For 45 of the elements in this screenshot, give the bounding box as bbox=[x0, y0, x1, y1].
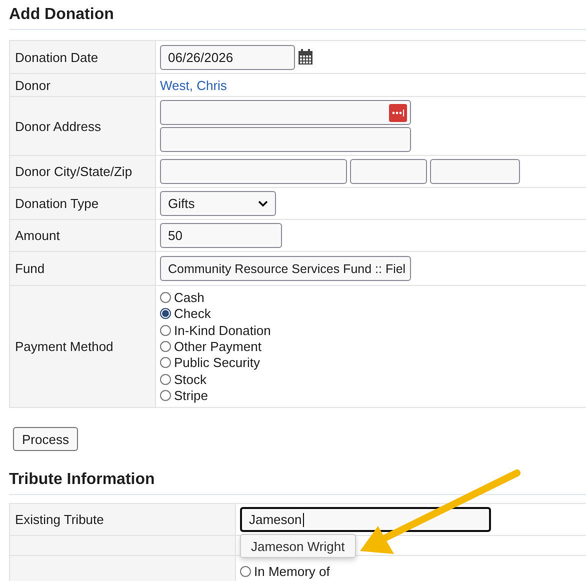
input-field[interactable] bbox=[350, 159, 427, 184]
input-field[interactable] bbox=[430, 159, 520, 184]
radio-button[interactable] bbox=[240, 566, 251, 577]
option-label: Public Security bbox=[174, 355, 260, 370]
option-label: In-Kind Donation bbox=[174, 322, 271, 338]
field-label: Donation Date bbox=[15, 50, 98, 64]
input-field[interactable] bbox=[160, 100, 411, 125]
chevron-down-icon bbox=[258, 200, 268, 207]
radio-button[interactable] bbox=[160, 292, 171, 304]
selected-value: Gifts bbox=[168, 196, 195, 211]
donor-link[interactable]: West, Chris bbox=[160, 78, 227, 92]
radio-button[interactable] bbox=[160, 357, 171, 368]
input-field[interactable]: Community Resource Services Fund :: Fiel bbox=[160, 256, 411, 281]
input-field[interactable] bbox=[160, 127, 411, 152]
radio-button[interactable] bbox=[160, 390, 171, 401]
input-field[interactable]: 06/26/2026 bbox=[160, 44, 295, 70]
typed-text: Jameson bbox=[249, 512, 302, 527]
section-heading: Add Donation bbox=[9, 4, 114, 24]
field-label: Donor bbox=[15, 78, 50, 92]
field-label: Donor City/State/Zip bbox=[15, 164, 132, 179]
option-label: Other Payment bbox=[174, 339, 262, 354]
option-label: In Memory of bbox=[254, 564, 330, 579]
option-label: Check bbox=[174, 306, 211, 322]
option-label: Cash bbox=[174, 290, 204, 306]
field-label: Payment Method bbox=[15, 339, 114, 354]
suggestion-item[interactable]: Jameson Wright bbox=[240, 534, 356, 558]
field-label: Existing Tribute bbox=[15, 512, 104, 527]
field-label: Fund bbox=[15, 261, 45, 276]
radio-button[interactable] bbox=[160, 374, 171, 385]
password-manager-icon[interactable] bbox=[389, 104, 407, 122]
input-field[interactable]: 50 bbox=[160, 223, 282, 248]
radio-button[interactable] bbox=[160, 341, 171, 352]
option-label: Stock bbox=[174, 372, 207, 387]
input-field[interactable] bbox=[160, 159, 347, 184]
field-label: Donation Type bbox=[15, 196, 99, 211]
process-button[interactable]: Process bbox=[13, 427, 78, 451]
field-label: Amount bbox=[15, 228, 60, 243]
dropdown[interactable]: Gifts bbox=[160, 191, 276, 216]
section-heading: Tribute Information bbox=[9, 470, 155, 490]
option-label: Stripe bbox=[174, 388, 208, 403]
radio-button[interactable] bbox=[160, 324, 171, 336]
radio-button[interactable] bbox=[160, 308, 171, 320]
calendar-icon[interactable] bbox=[298, 49, 313, 65]
field-label: Donor Address bbox=[15, 118, 101, 134]
input-field[interactable]: Jameson bbox=[240, 507, 491, 532]
